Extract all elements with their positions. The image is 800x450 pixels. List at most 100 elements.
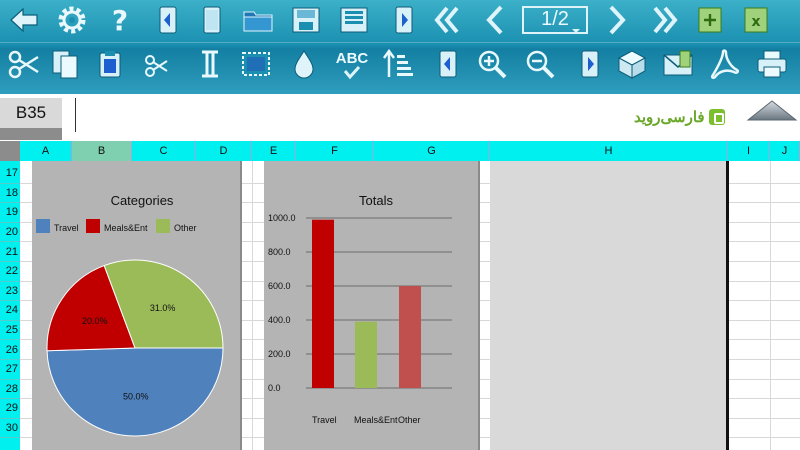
bar-chart-title: Totals — [359, 193, 393, 208]
empty-chart-area[interactable] — [490, 161, 728, 450]
last-page-icon[interactable] — [646, 2, 682, 38]
column-header-g[interactable]: G — [374, 141, 490, 161]
bar-other — [399, 286, 421, 388]
fill-color-icon[interactable] — [286, 46, 322, 82]
help-icon[interactable]: ? — [102, 2, 138, 38]
spell-check-icon[interactable]: ABC — [332, 46, 372, 82]
app-logo: فارسی‌روید — [634, 106, 725, 128]
row-header-29[interactable]: 29 — [0, 399, 20, 419]
sort-icon[interactable] — [380, 46, 416, 82]
column-header-c[interactable]: C — [132, 141, 196, 161]
row-header-23[interactable]: 23 — [0, 282, 20, 302]
pie-legend-label: Other — [174, 223, 197, 233]
toolbar-divider — [0, 42, 800, 43]
document-right-icon[interactable] — [386, 2, 422, 38]
row-header: 17 18 19 20 21 22 23 24 25 26 27 28 29 30 — [0, 161, 20, 450]
formula-bar: B35 فارسی‌روید — [0, 94, 800, 140]
mail-icon[interactable] — [660, 46, 696, 82]
row-header-21[interactable]: 21 — [0, 242, 20, 262]
print-icon[interactable] — [754, 46, 790, 82]
toolbar-row-1: ? 1/2 x — [0, 0, 800, 40]
column-gridline — [252, 161, 253, 450]
chart-shadow — [240, 161, 242, 450]
column-header-b[interactable]: B — [72, 141, 132, 161]
collapse-toolbar-button[interactable] — [744, 98, 800, 124]
bar-y-tick-label: 800.0 — [268, 247, 291, 257]
row-header-30[interactable]: 30 — [0, 419, 20, 439]
row-header-24[interactable]: 24 — [0, 301, 20, 321]
sheet-divider — [726, 161, 729, 450]
bar-y-tick-label: 200.0 — [268, 349, 291, 359]
document-icon[interactable] — [194, 2, 230, 38]
bar-y-tick-label: 600.0 — [268, 281, 291, 291]
select-area-icon[interactable] — [238, 46, 274, 82]
first-page-icon[interactable] — [430, 2, 466, 38]
pie-data-label: 50.0% — [123, 391, 149, 401]
select-all-corner[interactable] — [0, 141, 20, 161]
row-header-26[interactable]: 26 — [0, 340, 20, 360]
row-header-27[interactable]: 27 — [0, 360, 20, 380]
pie-data-label: 31.0% — [150, 303, 176, 313]
box-icon[interactable] — [614, 46, 650, 82]
bar-chart-canvas: Totals 0.0 200.0 400.0 600.0 800.0 1000.0 Trave… — [268, 193, 452, 425]
save-icon[interactable] — [288, 2, 324, 38]
cut-icon[interactable] — [6, 46, 42, 82]
logo-badge-icon — [708, 109, 725, 125]
document-view-icon[interactable] — [430, 46, 466, 82]
cell-reference-box[interactable]: B35 — [0, 98, 62, 128]
sheet-grid[interactable]: Categories Travel Meals&Ent Other 50.0% 20.0%… — [20, 161, 800, 450]
column-header-a[interactable]: A — [20, 141, 72, 161]
column-header-d[interactable]: D — [196, 141, 252, 161]
text-cursor-icon[interactable] — [192, 46, 228, 82]
zoom-in-icon[interactable] — [474, 46, 510, 82]
bar-y-tick-label: 1000.0 — [268, 213, 296, 223]
add-sheet-icon[interactable] — [692, 2, 728, 38]
row-header-22[interactable]: 22 — [0, 262, 20, 282]
bar-mealsent — [355, 321, 377, 388]
previous-page-icon[interactable] — [478, 2, 514, 38]
bar-x-tick-label: Other — [398, 415, 421, 425]
svg-text:x: x — [751, 14, 760, 30]
bar-travel — [312, 219, 334, 388]
pie-chart-canvas: Categories Travel Meals&Ent Other 50.0% 20.0%… — [36, 193, 224, 437]
save-as-icon[interactable] — [336, 2, 372, 38]
pie-legend-label: Travel — [54, 223, 79, 233]
bar-chart[interactable]: Totals 0.0 200.0 400.0 600.0 800.0 1000.0 Trave… — [264, 161, 478, 450]
pie-data-label: 20.0% — [82, 316, 108, 326]
row-header-18[interactable]: 18 — [0, 184, 20, 204]
pie-chart[interactable]: Categories Travel Meals&Ent Other 50.0% 20.0%… — [32, 161, 240, 450]
chart-shadow — [478, 161, 480, 450]
document-left-icon[interactable] — [150, 2, 186, 38]
next-page-icon[interactable] — [598, 2, 634, 38]
row-header-17[interactable]: 17 — [0, 164, 20, 184]
column-header-j[interactable]: J — [770, 141, 800, 161]
formula-input[interactable] — [80, 100, 620, 130]
pie-legend-swatch — [156, 219, 170, 233]
copy-icon[interactable] — [48, 46, 84, 82]
row-header-28[interactable]: 28 — [0, 380, 20, 400]
paste-icon[interactable] — [92, 46, 128, 82]
document-view-alt-icon[interactable] — [572, 46, 608, 82]
bar-x-tick-label: Travel — [312, 415, 337, 425]
spell-check-label: ABC — [335, 50, 369, 67]
page-indicator[interactable]: 1/2 — [522, 2, 588, 38]
bar-y-tick-label: 0.0 — [268, 383, 281, 393]
column-header-h[interactable]: H — [490, 141, 728, 161]
zoom-out-icon[interactable] — [522, 46, 558, 82]
column-header-i[interactable]: I — [728, 141, 770, 161]
row-header-20[interactable]: 20 — [0, 223, 20, 243]
column-header-f[interactable]: F — [296, 141, 374, 161]
formula-divider — [75, 98, 76, 132]
gear-icon[interactable] — [54, 2, 90, 38]
pie-chart-title: Categories — [111, 193, 174, 208]
row-header-19[interactable]: 19 — [0, 203, 20, 223]
pie-legend-swatch — [36, 219, 50, 233]
row-header-25[interactable]: 25 — [0, 321, 20, 341]
back-arrow-icon[interactable] — [6, 2, 42, 38]
cut-cells-icon[interactable] — [140, 46, 176, 82]
pdf-icon[interactable] — [706, 46, 742, 82]
excel-icon[interactable]: x — [738, 2, 774, 38]
folder-icon[interactable] — [240, 2, 276, 38]
column-header-e[interactable]: E — [252, 141, 296, 161]
column-header: A B C D E F G H I J — [0, 141, 800, 161]
